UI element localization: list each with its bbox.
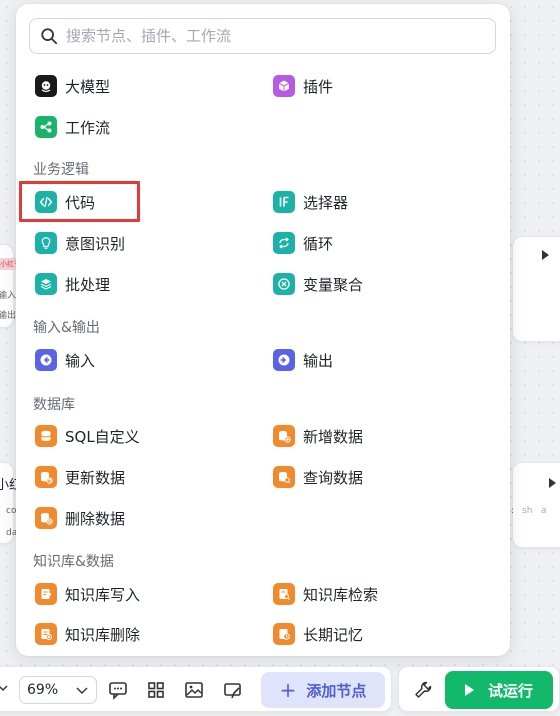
node-item-kb-delete[interactable]: 知识库删除 bbox=[35, 619, 140, 649]
node-item-input[interactable]: 输入 bbox=[35, 345, 95, 375]
search-icon bbox=[41, 28, 58, 45]
node-item-kb-search[interactable]: 知识库检索 bbox=[273, 579, 378, 609]
variable-merge-icon bbox=[273, 273, 295, 295]
node-item-db-delete[interactable]: 删除数据 bbox=[35, 503, 125, 533]
node-item-label: 选择器 bbox=[303, 193, 349, 212]
node-item-loop[interactable]: 循环 bbox=[273, 228, 333, 258]
node-item-code[interactable]: 代码 bbox=[35, 187, 95, 217]
node-item-sql[interactable]: SQL自定义 bbox=[35, 421, 140, 451]
node-input-label: 输入 bbox=[0, 291, 17, 301]
node-item-db-add[interactable]: 新增数据 bbox=[273, 421, 363, 451]
node-item-plugin[interactable]: 插件 bbox=[273, 71, 333, 101]
node-item-label: 删除数据 bbox=[65, 509, 126, 528]
add-node-button[interactable]: + 添加节点 bbox=[261, 672, 385, 708]
db-sql-icon bbox=[35, 425, 57, 447]
batch-icon bbox=[35, 273, 57, 295]
node-item-llm[interactable]: 大模型 bbox=[35, 71, 110, 101]
node-item-label: 变量聚合 bbox=[303, 275, 364, 294]
loop-icon bbox=[273, 232, 295, 254]
db-delete-icon bbox=[35, 507, 57, 529]
test-run-button[interactable]: 试运行 bbox=[445, 671, 553, 709]
section-title-io: 输入&输出 bbox=[33, 320, 100, 336]
search-input[interactable] bbox=[66, 27, 466, 45]
kb-search-icon bbox=[273, 583, 295, 605]
node-item-label: 知识库删除 bbox=[65, 625, 141, 644]
kb-delete-icon bbox=[35, 623, 57, 645]
node-text-fragment: sh bbox=[522, 506, 533, 516]
node-item-label: 批处理 bbox=[65, 275, 111, 294]
selector-icon bbox=[273, 191, 295, 213]
node-item-label: 大模型 bbox=[65, 77, 111, 96]
memory-icon bbox=[273, 623, 295, 645]
node-item-label: 知识库检索 bbox=[303, 585, 379, 604]
node-item-label: 插件 bbox=[303, 77, 334, 96]
canvas-node-right-mid[interactable] bbox=[512, 462, 560, 548]
canvas-toolbar: 69% + 添加节点 bbox=[0, 666, 392, 712]
run-toolbar: 试运行 bbox=[398, 666, 560, 712]
section-title-business-logic: 业务逻辑 bbox=[33, 162, 89, 178]
node-item-label: 更新数据 bbox=[65, 468, 126, 487]
zoom-select[interactable]: 69% bbox=[19, 676, 97, 704]
chevron-down-icon bbox=[76, 687, 88, 694]
node-output-label: 输出 bbox=[0, 311, 17, 321]
zoom-value: 69% bbox=[27, 682, 59, 698]
comment-icon[interactable] bbox=[108, 680, 128, 700]
node-item-label: 输出 bbox=[303, 351, 334, 370]
plus-icon: + bbox=[279, 678, 297, 702]
node-item-label: 输入 bbox=[65, 351, 96, 370]
node-text-fragment: : bbox=[511, 506, 515, 516]
code-icon bbox=[35, 191, 57, 213]
add-node-label: 添加节点 bbox=[306, 681, 367, 700]
input-icon bbox=[35, 349, 57, 371]
plugin-icon bbox=[273, 75, 295, 97]
workflow-icon bbox=[35, 116, 57, 138]
image-add-icon[interactable] bbox=[184, 680, 204, 700]
search-box[interactable] bbox=[29, 18, 496, 54]
node-item-label: 知识库写入 bbox=[65, 585, 141, 604]
canvas-node-right-top[interactable] bbox=[512, 236, 560, 342]
play-icon bbox=[464, 684, 474, 696]
node-item-kb-write[interactable]: 知识库写入 bbox=[35, 579, 140, 609]
node-item-label: 工作流 bbox=[65, 118, 111, 137]
node-item-db-update[interactable]: 更新数据 bbox=[35, 462, 125, 492]
node-item-variable-merge[interactable]: 变量聚合 bbox=[273, 269, 363, 299]
output-icon bbox=[273, 349, 295, 371]
node-item-label: 新增数据 bbox=[303, 427, 364, 446]
node-item-label: 意图识别 bbox=[65, 234, 126, 253]
intent-icon bbox=[35, 232, 57, 254]
note-icon[interactable] bbox=[223, 680, 243, 700]
db-add-icon bbox=[273, 425, 295, 447]
node-item-workflow[interactable]: 工作流 bbox=[35, 112, 110, 142]
node-run-icon[interactable] bbox=[549, 478, 556, 488]
section-title-knowledge: 知识库&数据 bbox=[33, 554, 114, 570]
kb-write-icon bbox=[35, 583, 57, 605]
layout-grid-icon[interactable] bbox=[146, 680, 166, 700]
chevron-down-icon[interactable] bbox=[0, 684, 8, 692]
node-item-memory[interactable]: 长期记忆 bbox=[273, 619, 363, 649]
node-item-label: 长期记忆 bbox=[303, 625, 364, 644]
node-item-batch[interactable]: 批处理 bbox=[35, 269, 110, 299]
node-item-intent[interactable]: 意图识别 bbox=[35, 228, 125, 258]
section-title-database: 数据库 bbox=[33, 397, 75, 413]
node-item-selector[interactable]: 选择器 bbox=[273, 187, 348, 217]
node-item-label: 查询数据 bbox=[303, 468, 364, 487]
db-query-icon bbox=[273, 466, 295, 488]
node-run-icon[interactable] bbox=[542, 250, 549, 260]
node-item-db-query[interactable]: 查询数据 bbox=[273, 462, 363, 492]
wrench-icon[interactable] bbox=[413, 680, 433, 700]
db-update-icon bbox=[35, 466, 57, 488]
node-text-fragment: a bbox=[541, 506, 547, 516]
node-item-label: 代码 bbox=[65, 193, 96, 212]
node-item-label: SQL自定义 bbox=[65, 427, 140, 446]
node-text-fragment: co bbox=[6, 506, 17, 516]
node-picker-panel: 大模型 插件 工作流 业务逻辑 代码 选择器 意图识别 循 bbox=[16, 4, 510, 656]
node-item-output[interactable]: 输出 bbox=[273, 345, 333, 375]
node-item-label: 循环 bbox=[303, 234, 334, 253]
test-run-label: 试运行 bbox=[487, 681, 533, 700]
llm-icon bbox=[35, 75, 57, 97]
